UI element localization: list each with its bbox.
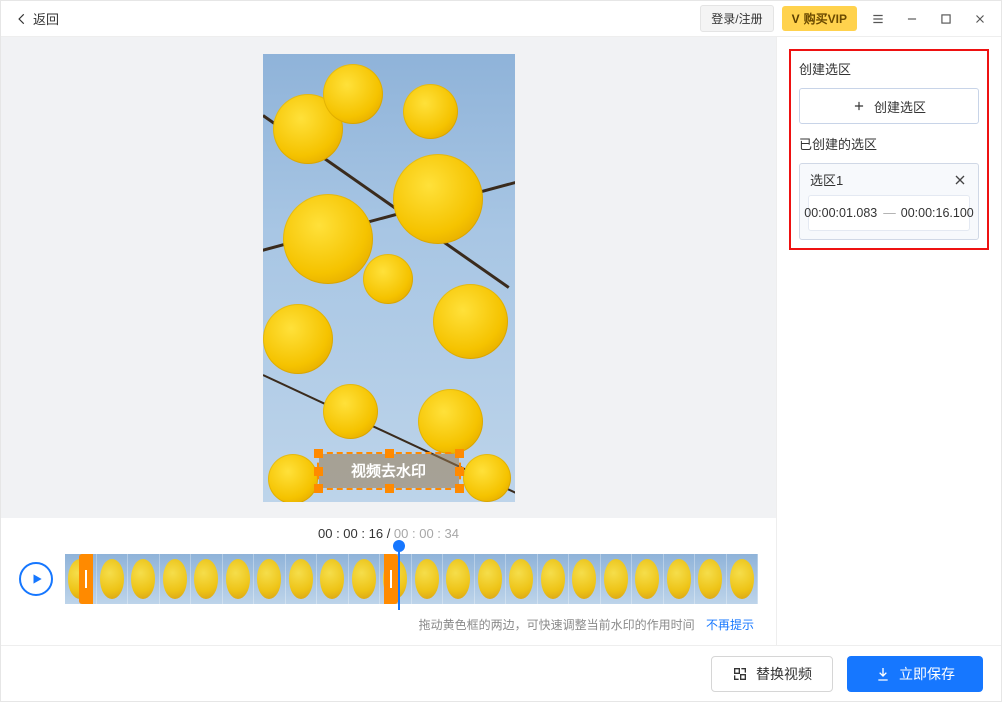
flower-decor	[363, 254, 413, 304]
hint-row: 拖动黄色框的两边，可快速调整当前水印的作用时间 不再提示	[1, 610, 776, 645]
replace-video-button[interactable]: 替换视频	[711, 656, 833, 692]
timeline-thumb	[569, 554, 601, 604]
login-register-button[interactable]: 登录/注册	[700, 5, 773, 32]
timeline-thumb	[538, 554, 570, 604]
app-window: 返回 登录/注册 V 购买VIP	[0, 0, 1002, 702]
create-selection-title: 创建选区	[799, 59, 979, 78]
body: 视频去水印 00 : 00 : 16 / 00 : 00 : 34	[1, 37, 1001, 645]
selection-card-header: 选区1	[800, 164, 978, 195]
selection-time-range[interactable]: 00:00:01.083 — 00:00:16.100	[808, 195, 970, 231]
time-separator: /	[383, 526, 394, 541]
delete-selection-button[interactable]	[952, 172, 968, 188]
timeline-thumb	[443, 554, 475, 604]
timeline[interactable]	[65, 554, 758, 604]
timeline-thumb	[506, 554, 538, 604]
selection-card: 选区1 00:00:01.083 — 00:00:16.100	[799, 163, 979, 240]
play-icon	[30, 572, 44, 586]
highlight-box: 创建选区 创建选区 已创建的选区 选区1 00:00:01.083	[789, 49, 989, 250]
maximize-icon	[939, 12, 953, 26]
watermark-selection-box[interactable]: 视频去水印	[319, 454, 459, 488]
timeline-thumb	[727, 554, 759, 604]
flower-decor	[393, 154, 483, 244]
flower-decor	[263, 304, 333, 374]
flower-decor	[418, 389, 483, 454]
topbar-left: 返回	[9, 5, 65, 32]
main-area: 视频去水印 00 : 00 : 16 / 00 : 00 : 34	[1, 37, 777, 645]
flower-decor	[433, 284, 508, 359]
vip-label: 购买VIP	[804, 10, 847, 27]
vip-v-icon: V	[792, 12, 800, 26]
x-icon	[952, 172, 968, 188]
flower-decor	[323, 384, 378, 439]
back-button[interactable]: 返回	[9, 5, 65, 32]
play-button[interactable]	[19, 562, 53, 596]
flower-decor	[463, 454, 511, 502]
created-selections-title: 已创建的选区	[799, 134, 979, 153]
save-button[interactable]: 立即保存	[847, 656, 983, 692]
replace-icon	[732, 666, 748, 682]
bottom-bar: 替换视频 立即保存	[1, 645, 1001, 701]
arrow-left-icon	[15, 12, 29, 26]
resize-handle-ml[interactable]	[314, 467, 323, 476]
save-label: 立即保存	[899, 664, 955, 684]
video-frame[interactable]: 视频去水印	[263, 54, 515, 502]
selection-end-time: 00:00:16.100	[901, 206, 974, 220]
menu-button[interactable]	[865, 6, 891, 32]
flower-decor	[403, 84, 458, 139]
selection-handle-right[interactable]	[384, 554, 398, 604]
video-preview-area: 视频去水印	[1, 37, 776, 518]
plus-icon	[852, 99, 866, 113]
timeline-thumb	[632, 554, 664, 604]
selection-handle-left[interactable]	[79, 554, 93, 604]
selection-start-time: 00:00:01.083	[804, 206, 877, 220]
resize-handle-br[interactable]	[455, 484, 464, 493]
flower-decor	[323, 64, 383, 124]
hamburger-icon	[871, 12, 885, 26]
side-panel: 创建选区 创建选区 已创建的选区 选区1 00:00:01.083	[777, 37, 1001, 645]
flower-decor	[283, 194, 373, 284]
selection-range[interactable]	[79, 554, 398, 604]
download-icon	[875, 666, 891, 682]
timeline-thumb	[664, 554, 696, 604]
back-label: 返回	[33, 9, 59, 28]
minimize-button[interactable]	[899, 6, 925, 32]
watermark-text: 视频去水印	[351, 460, 426, 481]
dismiss-hint-link[interactable]: 不再提示	[706, 618, 754, 632]
range-dash: —	[883, 206, 895, 220]
create-selection-button[interactable]: 创建选区	[799, 88, 979, 124]
create-selection-label: 创建选区	[874, 97, 926, 116]
timeline-thumb	[475, 554, 507, 604]
duration-time: 00 : 00 : 34	[394, 526, 459, 541]
minimize-icon	[905, 12, 919, 26]
buy-vip-button[interactable]: V 购买VIP	[782, 6, 857, 31]
time-display: 00 : 00 : 16 / 00 : 00 : 34	[1, 518, 776, 548]
topbar: 返回 登录/注册 V 购买VIP	[1, 1, 1001, 37]
timeline-thumb	[412, 554, 444, 604]
timeline-row	[1, 548, 776, 610]
resize-handle-tr[interactable]	[455, 449, 464, 458]
resize-handle-mr[interactable]	[455, 467, 464, 476]
timeline-thumb	[695, 554, 727, 604]
resize-handle-tm[interactable]	[385, 449, 394, 458]
topbar-right: 登录/注册 V 购买VIP	[700, 5, 993, 32]
hint-text: 拖动黄色框的两边，可快速调整当前水印的作用时间	[419, 618, 695, 632]
playhead[interactable]	[398, 542, 400, 610]
close-icon	[973, 12, 987, 26]
close-button[interactable]	[967, 6, 993, 32]
selection-name: 选区1	[810, 170, 843, 189]
replace-video-label: 替换视频	[756, 664, 812, 684]
flower-decor	[268, 454, 318, 502]
timeline-thumb	[601, 554, 633, 604]
resize-handle-tl[interactable]	[314, 449, 323, 458]
maximize-button[interactable]	[933, 6, 959, 32]
resize-handle-bl[interactable]	[314, 484, 323, 493]
current-time: 00 : 00 : 16	[318, 526, 383, 541]
resize-handle-bm[interactable]	[385, 484, 394, 493]
